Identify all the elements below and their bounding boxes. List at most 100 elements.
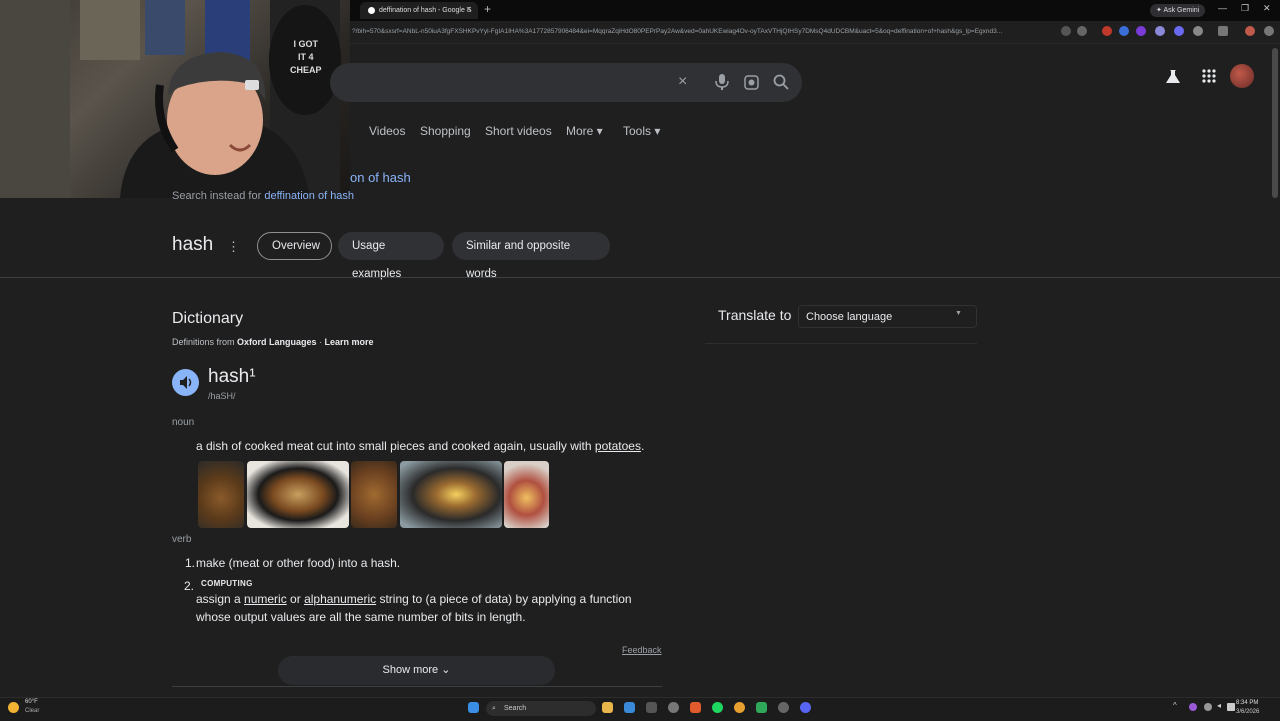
bookmark-star-icon[interactable] xyxy=(1077,26,1087,36)
numeric-link[interactable]: numeric xyxy=(244,592,287,606)
zoom-icon[interactable] xyxy=(1061,26,1071,36)
verb-sense-number: 1. xyxy=(185,556,196,570)
extension-icon[interactable] xyxy=(1155,26,1165,36)
tab-title: deffination of hash - Google S xyxy=(379,7,472,14)
term-title: hash xyxy=(172,234,214,255)
hash-image[interactable] xyxy=(247,461,349,528)
battery-icon[interactable] xyxy=(1227,703,1235,711)
app-icon[interactable] xyxy=(778,702,789,713)
tray-app-icon[interactable] xyxy=(1204,703,1212,711)
google-apps-icon[interactable] xyxy=(1202,69,1216,88)
browser-tab[interactable]: deffination of hash - Google S xyxy=(360,2,478,19)
search-instead-text: Search instead for deffination of hash xyxy=(172,190,354,202)
restore-button[interactable]: ❐ xyxy=(1241,3,1249,14)
settings-icon[interactable] xyxy=(668,702,679,713)
search-labs-icon[interactable] xyxy=(1165,69,1181,90)
sidebar-icon[interactable] xyxy=(1218,26,1228,36)
chip-usage-examples[interactable]: Usage examples xyxy=(338,232,444,280)
verb-definition-1: make (meat or other food) into a hash. xyxy=(196,556,401,570)
alphanumeric-link[interactable]: alphanumeric xyxy=(304,592,376,606)
hash-image[interactable] xyxy=(198,461,244,528)
more-options-icon[interactable]: ⋮ xyxy=(227,239,240,255)
app-icon[interactable] xyxy=(646,702,657,713)
feedback-link[interactable]: Feedback xyxy=(622,645,662,655)
chip-similar-opposite-words[interactable]: Similar and opposite words xyxy=(452,232,610,280)
period: . xyxy=(640,439,645,453)
hash-image[interactable] xyxy=(351,461,397,528)
search-instead-link[interactable]: deffination of hash xyxy=(264,190,354,202)
lens-icon[interactable] xyxy=(744,75,759,95)
definitions-source: Definitions from Oxford Languages · Lear… xyxy=(172,337,374,347)
weather-condition[interactable]: Clear xyxy=(25,708,39,714)
clock-date[interactable]: 3/6/2026 xyxy=(1236,709,1259,715)
close-window-button[interactable]: ✕ xyxy=(1263,3,1271,14)
tray-chevron-icon[interactable]: ^ xyxy=(1173,701,1177,710)
language-select[interactable]: Choose language xyxy=(798,305,977,328)
verb-definition-2-text: or xyxy=(286,592,305,606)
noun-definition: a dish of cooked meat cut into small pie… xyxy=(196,439,644,453)
profile-icon[interactable] xyxy=(1245,26,1255,36)
tools-button[interactable]: Tools ▾ xyxy=(623,124,660,138)
file-explorer-icon[interactable] xyxy=(602,702,613,713)
taskbar xyxy=(0,697,1280,721)
discord-icon[interactable] xyxy=(800,702,811,713)
extension-icon[interactable] xyxy=(1136,26,1146,36)
headword: hash¹ xyxy=(208,366,256,387)
showing-results-link[interactable]: on of hash xyxy=(350,170,411,185)
tab-shopping[interactable]: Shopping xyxy=(420,124,471,138)
search-input[interactable] xyxy=(330,63,802,102)
taskbar-search[interactable]: ⌕ Search xyxy=(486,701,596,716)
app-icon[interactable] xyxy=(756,702,767,713)
volume-icon[interactable]: ◂ xyxy=(1217,701,1221,710)
extension-icon[interactable] xyxy=(1119,26,1129,36)
tab-videos[interactable]: Videos xyxy=(369,124,405,138)
clear-search-icon[interactable]: × xyxy=(678,73,687,91)
verb-definition-2-text: assign a xyxy=(196,592,245,606)
account-avatar[interactable] xyxy=(1230,64,1254,88)
tray-app-icon[interactable] xyxy=(1189,703,1197,711)
oxford-languages-link[interactable]: Oxford Languages xyxy=(237,337,317,347)
verb-sense-number: 2. xyxy=(184,579,195,593)
chip-overview[interactable]: Overview xyxy=(257,232,332,260)
search-instead-label: Search instead for xyxy=(172,190,265,202)
extensions-puzzle-icon[interactable] xyxy=(1193,26,1203,36)
extension-icon[interactable] xyxy=(1174,26,1184,36)
tab-more[interactable]: More ▾ xyxy=(566,124,603,138)
tab-close-icon[interactable]: × xyxy=(466,4,471,14)
app-icon[interactable] xyxy=(624,702,635,713)
taskbar-search-icon: ⌕ xyxy=(492,705,496,712)
url-text[interactable]: ?/bih=570&sxsrf=ANbL-n50iuA3fgFXSHKPvYyl… xyxy=(352,25,1052,39)
definitions-from-label: Definitions from xyxy=(172,337,238,347)
tab-short-videos[interactable]: Short videos xyxy=(485,124,552,138)
chrome-icon[interactable] xyxy=(734,702,745,713)
verb-definition-2: assign a numeric or alphanumeric string … xyxy=(196,592,632,606)
part-of-speech-verb: verb xyxy=(172,534,192,545)
spotify-icon[interactable] xyxy=(712,702,723,713)
search-icon[interactable] xyxy=(773,74,789,95)
menu-icon[interactable] xyxy=(1264,26,1274,36)
brave-icon[interactable] xyxy=(690,702,701,713)
dropdown-arrow-icon: ▼ xyxy=(955,310,962,317)
separator: · xyxy=(316,337,325,347)
pronunciation-speaker-icon[interactable] xyxy=(172,369,199,396)
part-of-speech-noun: noun xyxy=(172,417,195,428)
shirt-text: I GOT IT 4 CHEAP xyxy=(290,39,322,75)
hash-image[interactable] xyxy=(504,461,549,528)
show-more-button[interactable]: Show more ⌄ xyxy=(278,656,555,685)
page-scrollbar[interactable] xyxy=(1272,48,1278,198)
learn-more-link[interactable]: Learn more xyxy=(325,337,374,347)
weather-moon-icon[interactable] xyxy=(8,702,19,713)
potatoes-link[interactable]: potatoes xyxy=(595,439,641,453)
webcam-overlay: I GOT IT 4 CHEAP xyxy=(0,0,350,198)
ask-gemini-button[interactable]: ✦ Ask Gemini xyxy=(1150,4,1206,17)
minimize-button[interactable]: — xyxy=(1218,3,1227,13)
start-icon[interactable] xyxy=(468,702,479,713)
new-tab-button[interactable]: + xyxy=(484,2,491,16)
verb-definition-2-continued: whose output values are all the same num… xyxy=(196,610,526,624)
hash-image[interactable] xyxy=(400,461,502,528)
translate-to-label: Translate to xyxy=(718,307,792,323)
clock-time[interactable]: 8:34 PM xyxy=(1236,700,1258,706)
extension-icon[interactable] xyxy=(1102,26,1112,36)
voice-search-icon[interactable] xyxy=(715,74,729,95)
weather-temperature[interactable]: 60°F xyxy=(25,699,38,705)
